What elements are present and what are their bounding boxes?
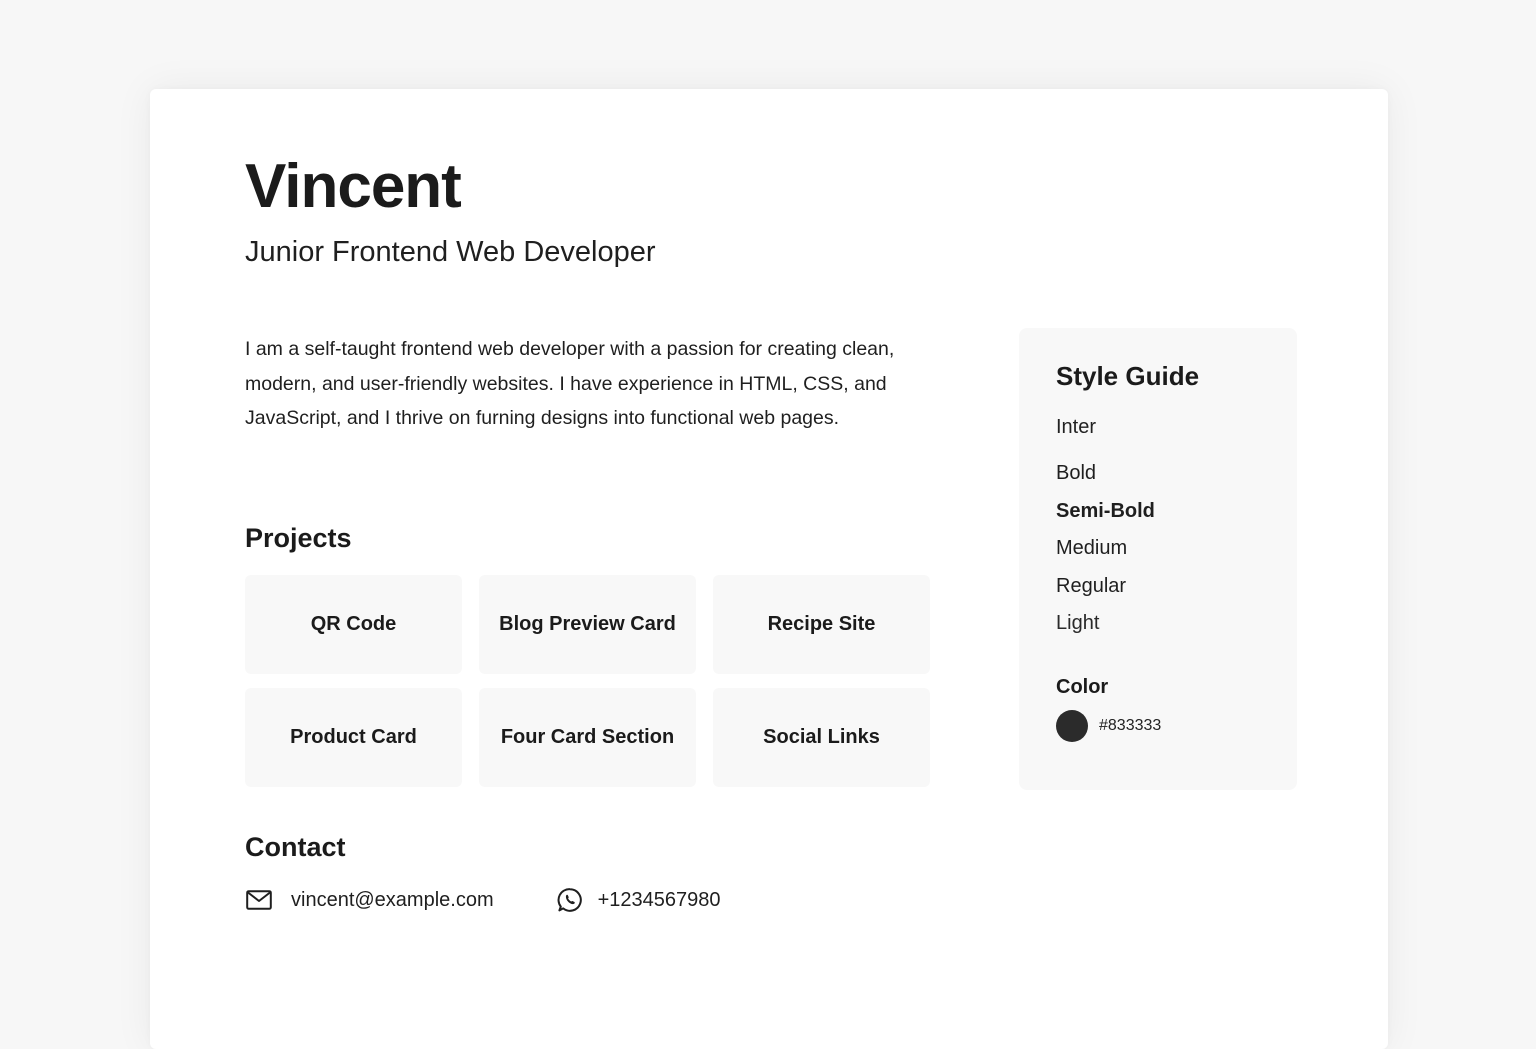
project-card-qr-code[interactable]: QR Code bbox=[245, 575, 462, 674]
font-weight-light: Light bbox=[1056, 612, 1100, 634]
contact-row: vincent@example.com +1234567980 bbox=[245, 886, 721, 914]
project-card-social-links[interactable]: Social Links bbox=[713, 688, 930, 787]
style-guide-weights: Bold Semi-Bold Medium Regular Light bbox=[1056, 461, 1155, 649]
font-weight-medium: Medium bbox=[1056, 537, 1128, 559]
contact-heading: Contact bbox=[245, 832, 346, 862]
whatsapp-icon bbox=[556, 886, 584, 914]
color-hex-value: #833333 bbox=[1099, 717, 1162, 734]
style-guide-title: Style Guide bbox=[1056, 361, 1200, 391]
project-card-four-card-section[interactable]: Four Card Section bbox=[479, 688, 696, 787]
contact-email: vincent@example.com bbox=[291, 888, 494, 911]
projects-heading: Projects bbox=[245, 523, 352, 553]
font-weight-semibold: Semi-Bold bbox=[1056, 499, 1155, 522]
project-card-recipe-site[interactable]: Recipe Site bbox=[713, 575, 930, 674]
contact-phone: +1234567980 bbox=[597, 888, 721, 911]
style-guide-panel: Style Guide Inter Bold Semi-Bold Medium … bbox=[1019, 328, 1297, 790]
mail-icon bbox=[245, 886, 273, 914]
profile-card: Vincent Junior Frontend Web Developer I … bbox=[150, 89, 1388, 1049]
project-card-product-card[interactable]: Product Card bbox=[245, 688, 462, 787]
project-card-blog-preview-card[interactable]: Blog Preview Card bbox=[479, 575, 696, 674]
font-weight-regular: Regular bbox=[1056, 574, 1127, 597]
profile-bio: I am a self-taught frontend web develope… bbox=[245, 338, 895, 430]
contact-phone-link[interactable]: +1234567980 bbox=[556, 886, 721, 914]
projects-grid: QR Code Blog Preview Card Recipe Site Pr… bbox=[245, 575, 933, 787]
style-guide-color-title: Color bbox=[1056, 676, 1109, 698]
contact-email-link[interactable]: vincent@example.com bbox=[245, 886, 494, 914]
profile-name: Vincent bbox=[245, 152, 462, 221]
profile-role: Junior Frontend Web Developer bbox=[245, 236, 656, 268]
style-guide-font-name: Inter bbox=[1056, 416, 1097, 438]
font-weight-bold: Bold bbox=[1056, 462, 1097, 484]
color-swatch bbox=[1056, 710, 1088, 742]
